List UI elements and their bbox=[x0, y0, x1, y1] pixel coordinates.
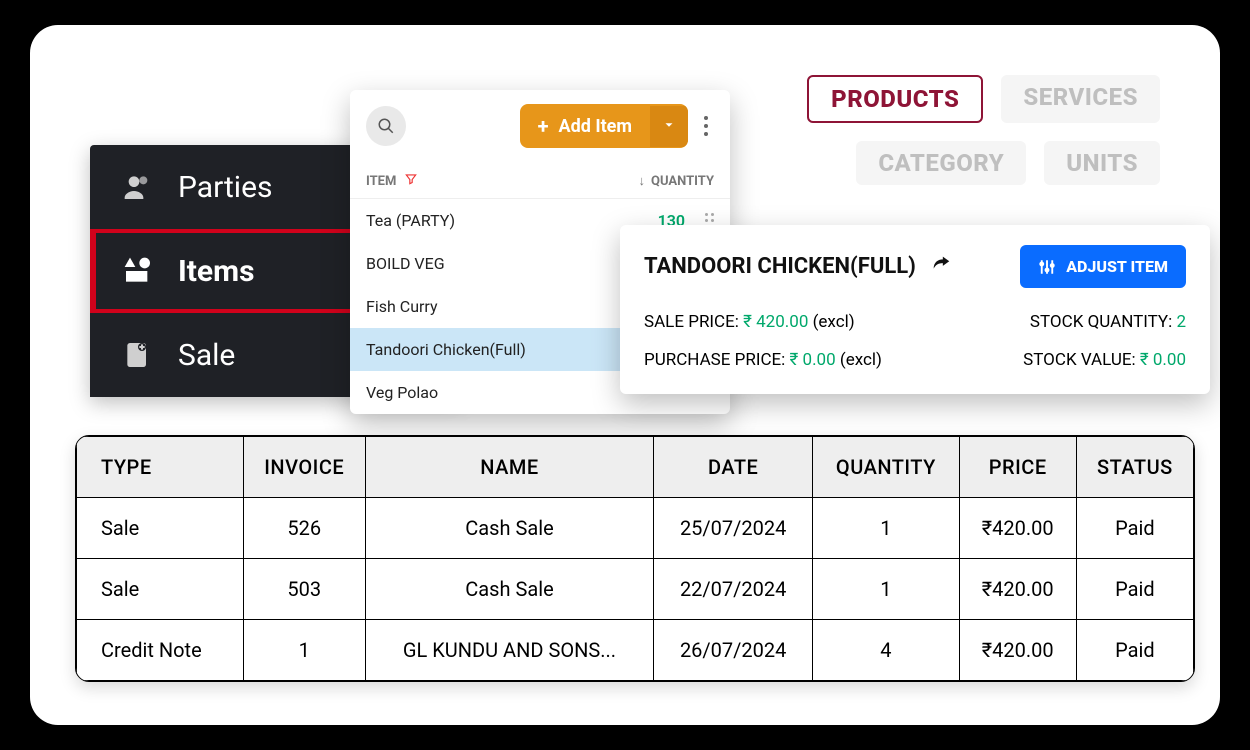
cell-status: Paid bbox=[1076, 498, 1193, 559]
sale-price: SALE PRICE: ₹ 420.00 (excl) bbox=[644, 312, 855, 332]
th-quantity[interactable]: QUANTITY bbox=[813, 437, 959, 498]
search-icon bbox=[377, 117, 395, 135]
table-row[interactable]: Sale 503 Cash Sale 22/07/2024 1 ₹420.00 … bbox=[77, 559, 1194, 620]
item-list-header: ITEM ↓ QUANTITY bbox=[350, 162, 730, 199]
item-name: Veg Polao bbox=[366, 383, 438, 402]
th-name[interactable]: NAME bbox=[365, 437, 653, 498]
table-row[interactable]: Sale 526 Cash Sale 25/07/2024 1 ₹420.00 … bbox=[77, 498, 1194, 559]
transactions-table: TYPE INVOICE NAME DATE QUANTITY PRICE ST… bbox=[75, 435, 1195, 682]
app-canvas: PRODUCTS SERVICES CATEGORY UNITS Parties… bbox=[30, 25, 1220, 725]
cell-qty: 4 bbox=[813, 620, 959, 681]
cell-date: 22/07/2024 bbox=[654, 559, 813, 620]
cell-price: ₹420.00 bbox=[959, 620, 1076, 681]
cell-price: ₹420.00 bbox=[959, 498, 1076, 559]
sidebar-label-sale: Sale bbox=[178, 338, 235, 373]
people-icon bbox=[120, 169, 156, 205]
th-invoice[interactable]: INVOICE bbox=[243, 437, 365, 498]
cell-status: Paid bbox=[1076, 559, 1193, 620]
cell-qty: 1 bbox=[813, 559, 959, 620]
tab-units[interactable]: UNITS bbox=[1044, 141, 1160, 185]
chevron-down-icon bbox=[662, 118, 676, 132]
table-header-row: TYPE INVOICE NAME DATE QUANTITY PRICE ST… bbox=[77, 437, 1194, 498]
cell-price: ₹420.00 bbox=[959, 559, 1076, 620]
filter-tabs: PRODUCTS SERVICES CATEGORY UNITS bbox=[740, 75, 1160, 185]
tab-services[interactable]: SERVICES bbox=[1001, 75, 1160, 123]
cell-invoice: 526 bbox=[243, 498, 365, 559]
th-date[interactable]: DATE bbox=[654, 437, 813, 498]
filter-icon[interactable] bbox=[404, 172, 418, 190]
cell-invoice: 1 bbox=[243, 620, 365, 681]
adjust-item-label: ADJUST ITEM bbox=[1066, 257, 1168, 276]
header-qty-label: QUANTITY bbox=[651, 174, 714, 189]
item-name: Fish Curry bbox=[366, 297, 438, 316]
tab-products[interactable]: PRODUCTS bbox=[807, 75, 983, 123]
plus-icon: + bbox=[538, 114, 549, 138]
th-price[interactable]: PRICE bbox=[959, 437, 1076, 498]
add-item-label: Add Item bbox=[558, 116, 632, 137]
th-type[interactable]: TYPE bbox=[77, 437, 244, 498]
cell-qty: 1 bbox=[813, 498, 959, 559]
more-menu-button[interactable] bbox=[698, 110, 714, 142]
purchase-price: PURCHASE PRICE: ₹ 0.00 (excl) bbox=[644, 350, 882, 370]
receipt-icon bbox=[120, 337, 156, 373]
share-icon[interactable] bbox=[930, 253, 952, 281]
sidebar-label-parties: Parties bbox=[178, 170, 272, 205]
cell-date: 26/07/2024 bbox=[654, 620, 813, 681]
cell-name: GL KUNDU AND SONS... bbox=[365, 620, 653, 681]
cell-type: Sale bbox=[77, 498, 244, 559]
table-row[interactable]: Credit Note 1 GL KUNDU AND SONS... 26/07… bbox=[77, 620, 1194, 681]
stock-value: STOCK VALUE: ₹ 0.00 bbox=[1023, 350, 1186, 370]
item-detail-card: TANDOORI CHICKEN(FULL) ADJUST ITEM SALE … bbox=[620, 225, 1210, 394]
item-name: Tea (PARTY) bbox=[366, 211, 455, 230]
cell-invoice: 503 bbox=[243, 559, 365, 620]
cell-status: Paid bbox=[1076, 620, 1193, 681]
adjust-item-button[interactable]: ADJUST ITEM bbox=[1020, 245, 1186, 288]
search-button[interactable] bbox=[366, 106, 406, 146]
th-status[interactable]: STATUS bbox=[1076, 437, 1193, 498]
tab-category[interactable]: CATEGORY bbox=[856, 141, 1026, 185]
sliders-icon bbox=[1038, 258, 1056, 276]
stock-quantity: STOCK QUANTITY: 2 bbox=[1030, 312, 1186, 332]
cell-name: Cash Sale bbox=[365, 559, 653, 620]
add-item-dropdown[interactable] bbox=[650, 106, 688, 147]
item-list-toolbar: + Add Item bbox=[350, 90, 730, 162]
sidebar-label-items: Items bbox=[178, 254, 255, 289]
cell-type: Credit Note bbox=[77, 620, 244, 681]
item-detail-title: TANDOORI CHICKEN(FULL) bbox=[644, 254, 916, 279]
cell-name: Cash Sale bbox=[365, 498, 653, 559]
shapes-icon bbox=[120, 253, 156, 289]
header-item-label: ITEM bbox=[366, 174, 396, 189]
sort-arrow-icon[interactable]: ↓ bbox=[639, 173, 646, 189]
cell-date: 25/07/2024 bbox=[654, 498, 813, 559]
add-item-button[interactable]: + Add Item bbox=[520, 104, 688, 148]
item-name: Tandoori Chicken(Full) bbox=[366, 340, 526, 359]
cell-type: Sale bbox=[77, 559, 244, 620]
item-name: BOILD VEG bbox=[366, 254, 445, 273]
